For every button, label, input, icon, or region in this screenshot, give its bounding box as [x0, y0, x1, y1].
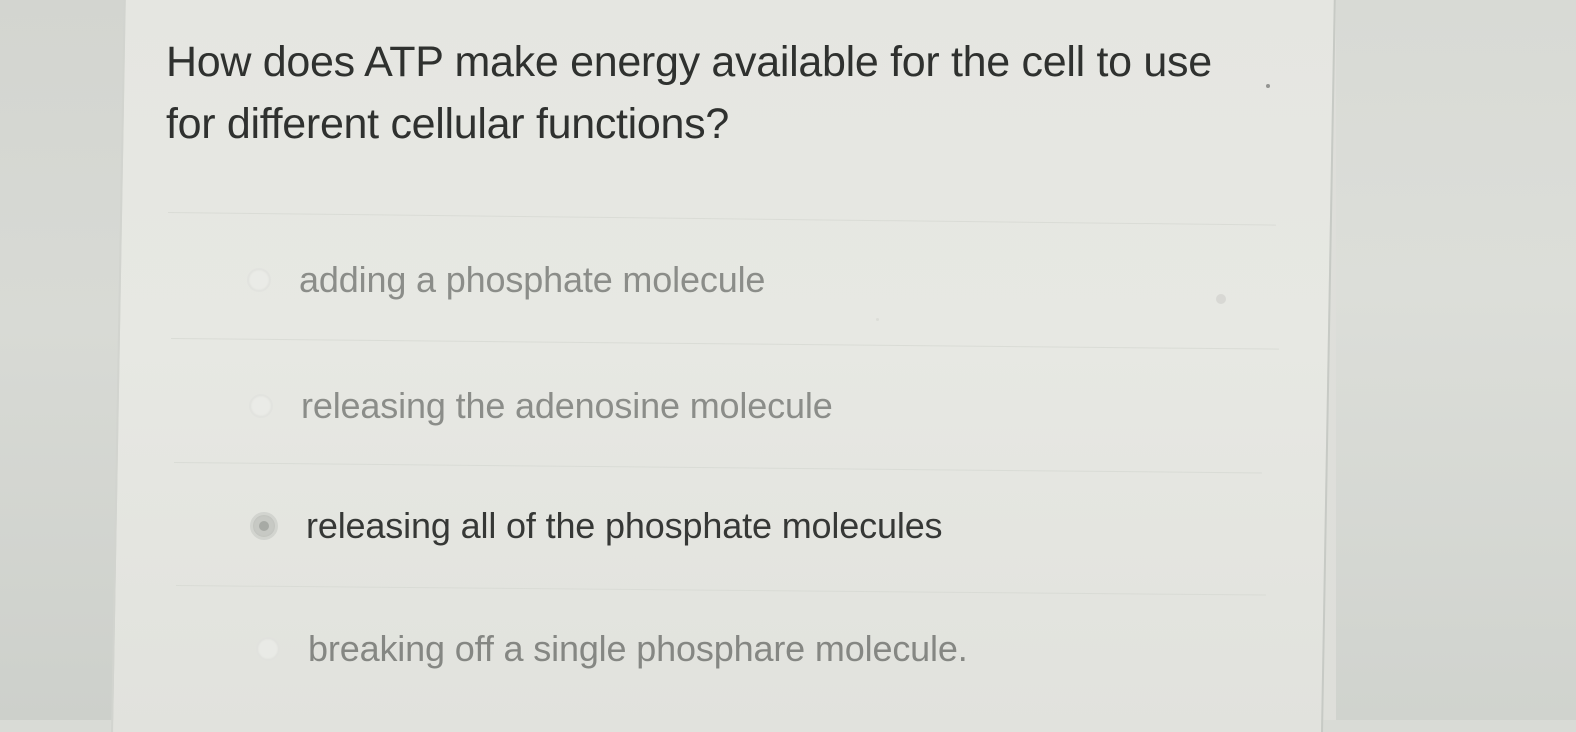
left-page-margin — [0, 0, 124, 720]
answer-option-adding-phosphate[interactable]: adding a phosphate molecule — [247, 256, 765, 304]
answer-label: breaking off a single phosphare molecule… — [308, 628, 968, 669]
right-page-margin — [1336, 0, 1576, 720]
radio-button[interactable] — [256, 637, 280, 661]
question-text: How does ATP make energy available for t… — [166, 38, 1212, 148]
radio-button[interactable] — [247, 268, 271, 292]
selected-radio-button[interactable] — [250, 512, 278, 540]
answer-option-releasing-all-phosphates[interactable]: releasing all of the phosphate molecules — [250, 502, 943, 550]
answer-option-breaking-off-phosphare[interactable]: breaking off a single phosphare molecule… — [256, 625, 968, 673]
radio-button[interactable] — [249, 394, 273, 418]
answer-label: adding a phosphate molecule — [299, 259, 766, 300]
answer-label: releasing the adenosine molecule — [301, 385, 833, 426]
answer-option-releasing-adenosine[interactable]: releasing the adenosine molecule — [249, 382, 833, 430]
screen-spot — [1216, 294, 1226, 304]
screen-spot — [876, 318, 879, 321]
screen-spot — [1266, 84, 1270, 88]
answer-label: releasing all of the phosphate molecules — [306, 505, 943, 546]
